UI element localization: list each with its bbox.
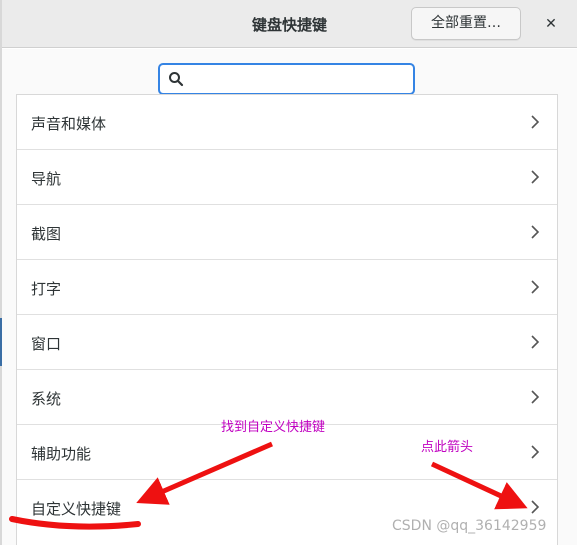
chevron-right-icon[interactable] (528, 168, 542, 186)
list-item-label: 打字 (31, 280, 62, 298)
list-item-label: 声音和媒体 (31, 115, 107, 133)
chevron-right-icon[interactable] (528, 498, 542, 516)
close-icon[interactable]: ✕ (537, 10, 565, 38)
list-item-screenshot[interactable]: 截图 (17, 205, 557, 260)
list-item-navigation[interactable]: 导航 (17, 150, 557, 205)
watermark: CSDN @qq_36142959 (392, 518, 547, 534)
list-item-label: 窗口 (31, 335, 62, 353)
headerbar: 键盘快捷键 全部重置… ✕ (2, 0, 577, 48)
search-input[interactable] (190, 67, 409, 91)
chevron-right-icon[interactable] (528, 113, 542, 131)
search-icon (169, 72, 184, 87)
list-item-sound-media[interactable]: 声音和媒体 (17, 95, 557, 150)
list-item-label: 系统 (31, 390, 62, 408)
list-item-label: 截图 (31, 225, 62, 243)
chevron-right-icon[interactable] (528, 278, 542, 296)
search-field[interactable] (158, 63, 415, 95)
list-item-windows[interactable]: 窗口 (17, 315, 557, 370)
list-item-label: 辅助功能 (31, 445, 92, 463)
list-item-label: 自定义快捷键 (31, 500, 122, 518)
chevron-right-icon[interactable] (528, 388, 542, 406)
shortcut-category-list: 声音和媒体 导航 截图 打字 窗口 系统 辅助功能 自定义快捷键 (16, 94, 558, 545)
list-item-typing[interactable]: 打字 (17, 260, 557, 315)
list-item-label: 导航 (31, 170, 62, 188)
reset-all-button[interactable]: 全部重置… (411, 7, 521, 40)
annotation-click-arrow: 点此箭头 (421, 440, 474, 455)
chevron-right-icon[interactable] (528, 443, 542, 461)
chevron-right-icon[interactable] (528, 333, 542, 351)
annotation-find-custom: 找到自定义快捷键 (221, 420, 326, 435)
chevron-right-icon[interactable] (528, 223, 542, 241)
